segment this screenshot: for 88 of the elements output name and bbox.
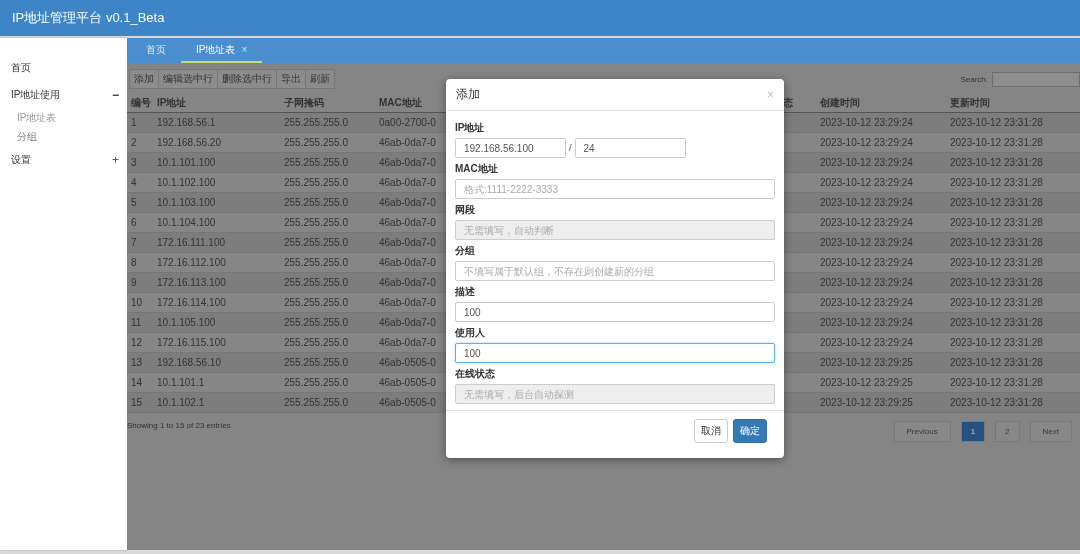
table-cell: 2023-10-12 23:31:28 [946,233,1080,253]
sidebar-item[interactable]: 首页 [11,60,31,75]
table-cell: 192.168.56.10 [153,353,280,373]
table-cell: 46ab-0da7-0 [375,313,441,333]
table-cell: 2023-10-12 23:29:25 [816,353,946,373]
table-cell: 9 [127,273,153,293]
pagination-button[interactable]: 1 [960,421,986,442]
table-cell: 255.255.255.0 [280,153,375,173]
table-cell: 46ab-0da7-0 [375,193,441,213]
table-cell: 3 [127,153,153,173]
table-cell: 46ab-0505-0 [375,393,441,413]
table-cell: 0a00-2700-0 [375,113,441,133]
text-field[interactable]: 192.168.56.100 [455,138,566,158]
table-cell: 2023-10-12 23:29:24 [816,233,946,253]
table-cell: 255.255.255.0 [280,353,375,373]
toolbar-button[interactable]: 编辑选中行 [158,69,218,89]
close-button[interactable]: × [767,87,774,102]
field-label: 使用人 [455,326,486,340]
table-cell: 2023-10-12 23:29:24 [816,313,946,333]
field-label: 分组 [455,244,476,258]
toggle-icon[interactable]: + [112,152,119,167]
table-cell: 10.1.105.100 [153,313,280,333]
table-cell: 2023-10-12 23:29:24 [816,113,946,133]
field-label: 网段 [455,203,476,217]
search-label: Search: [960,74,988,84]
toggle-icon[interactable]: − [112,87,119,102]
table-cell: 255.255.255.0 [280,273,375,293]
pagination-button[interactable]: Next [1029,421,1072,442]
table-cell: 7 [127,233,153,253]
table-cell: 2023-10-12 23:29:24 [816,153,946,173]
table-cell: 2023-10-12 23:29:24 [816,273,946,293]
table-cell: 255.255.255.0 [280,113,375,133]
toolbar-button[interactable]: 添加 [129,69,159,89]
table-cell: 13 [127,353,153,373]
text-field[interactable]: 格式:1111-2222-3333 [455,179,775,199]
table-cell: 2023-10-12 23:31:28 [946,353,1080,373]
table-cell: 1 [127,113,153,133]
table-info: Showing 1 to 15 of 23 entries [127,421,231,430]
table-cell: 192.168.56.1 [153,113,280,133]
field-label: 描述 [455,285,476,299]
table-cell: 2023-10-12 23:31:28 [946,273,1080,293]
field-label: IP地址 [455,121,486,135]
table-cell: 46ab-0da7-0 [375,233,441,253]
sidebar-item[interactable]: 设置 [11,152,31,167]
table-cell: 46ab-0da7-0 [375,153,441,173]
table-cell: 15 [127,393,153,413]
table-cell: 10.1.102.1 [153,393,280,413]
table-cell: 172.16.113.100 [153,273,280,293]
table-cell: 2023-10-12 23:31:28 [946,113,1080,133]
slash-separator: / [568,143,573,153]
toolbar-button[interactable]: 刷新 [305,69,335,89]
text-field[interactable]: 不填写属于默认组，不存在则创建新的分组 [455,261,775,281]
cancel-button[interactable]: 取消 [694,419,728,443]
table-cell: 172.16.111.100 [153,233,280,253]
table-cell: 2023-10-12 23:29:25 [816,393,946,413]
toolbar-button[interactable]: 导出 [276,69,306,89]
field-label: 在线状态 [455,367,496,381]
table-cell: 2023-10-12 23:31:28 [946,393,1080,413]
table-cell: 255.255.255.0 [280,393,375,413]
table-cell: 2023-10-12 23:29:24 [816,193,946,213]
table-cell: 10.1.103.100 [153,193,280,213]
toolbar-button[interactable]: 删除选中行 [217,69,277,89]
table-cell: 2023-10-12 23:31:28 [946,313,1080,333]
table-cell: 255.255.255.0 [280,193,375,213]
dialog-title: 添加 [456,86,480,103]
table-cell: 46ab-0da7-0 [375,273,441,293]
pagination-button[interactable]: Previous [893,421,951,442]
tab[interactable]: 首页 [131,38,181,63]
table-cell: 11 [127,313,153,333]
search-field[interactable] [992,71,1080,87]
table-cell: 2023-10-12 23:31:28 [946,193,1080,213]
text-field[interactable]: 100 [455,302,775,322]
table-cell: 10.1.101.100 [153,153,280,173]
field-label: MAC地址 [455,162,499,176]
close-icon[interactable]: × [241,44,248,55]
sidebar-subitem[interactable]: 分组 [0,127,127,146]
table-cell: 46ab-0505-0 [375,353,441,373]
sidebar-item[interactable]: IP地址使用 [11,87,61,102]
text-field[interactable]: 100 [455,343,775,363]
table-cell: 5 [127,193,153,213]
confirm-button[interactable]: 确定 [733,419,767,443]
app-title: IP地址管理平台 v0.1_Beta [12,9,165,27]
pagination-button[interactable]: 2 [995,421,1020,442]
table-cell: 255.255.255.0 [280,313,375,333]
sidebar-subitem[interactable]: IP地址表 [0,108,127,127]
table-cell: 255.255.255.0 [280,233,375,253]
table-cell: 2023-10-12 23:31:28 [946,153,1080,173]
text-field[interactable]: 24 [574,138,686,158]
